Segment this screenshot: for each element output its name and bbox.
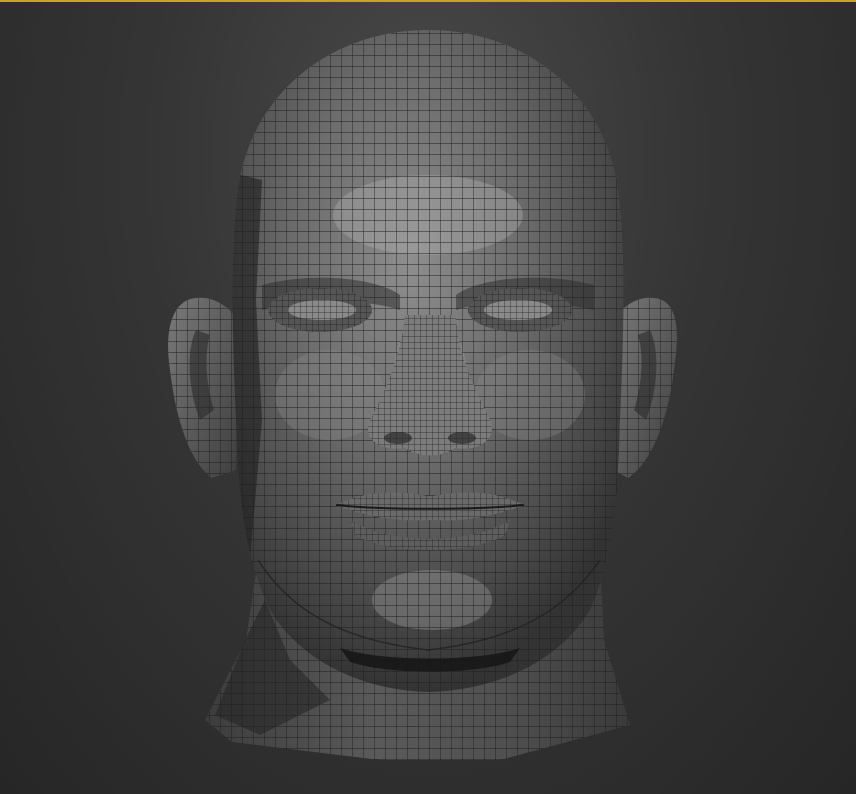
3d-viewport[interactable] — [0, 0, 856, 794]
left-ear-mesh — [168, 297, 238, 478]
right-ear-mesh — [614, 297, 677, 478]
head-mesh — [232, 30, 624, 692]
right-eye-mesh — [468, 288, 572, 332]
head-model[interactable] — [0, 0, 856, 794]
left-eye-mesh — [268, 288, 372, 332]
